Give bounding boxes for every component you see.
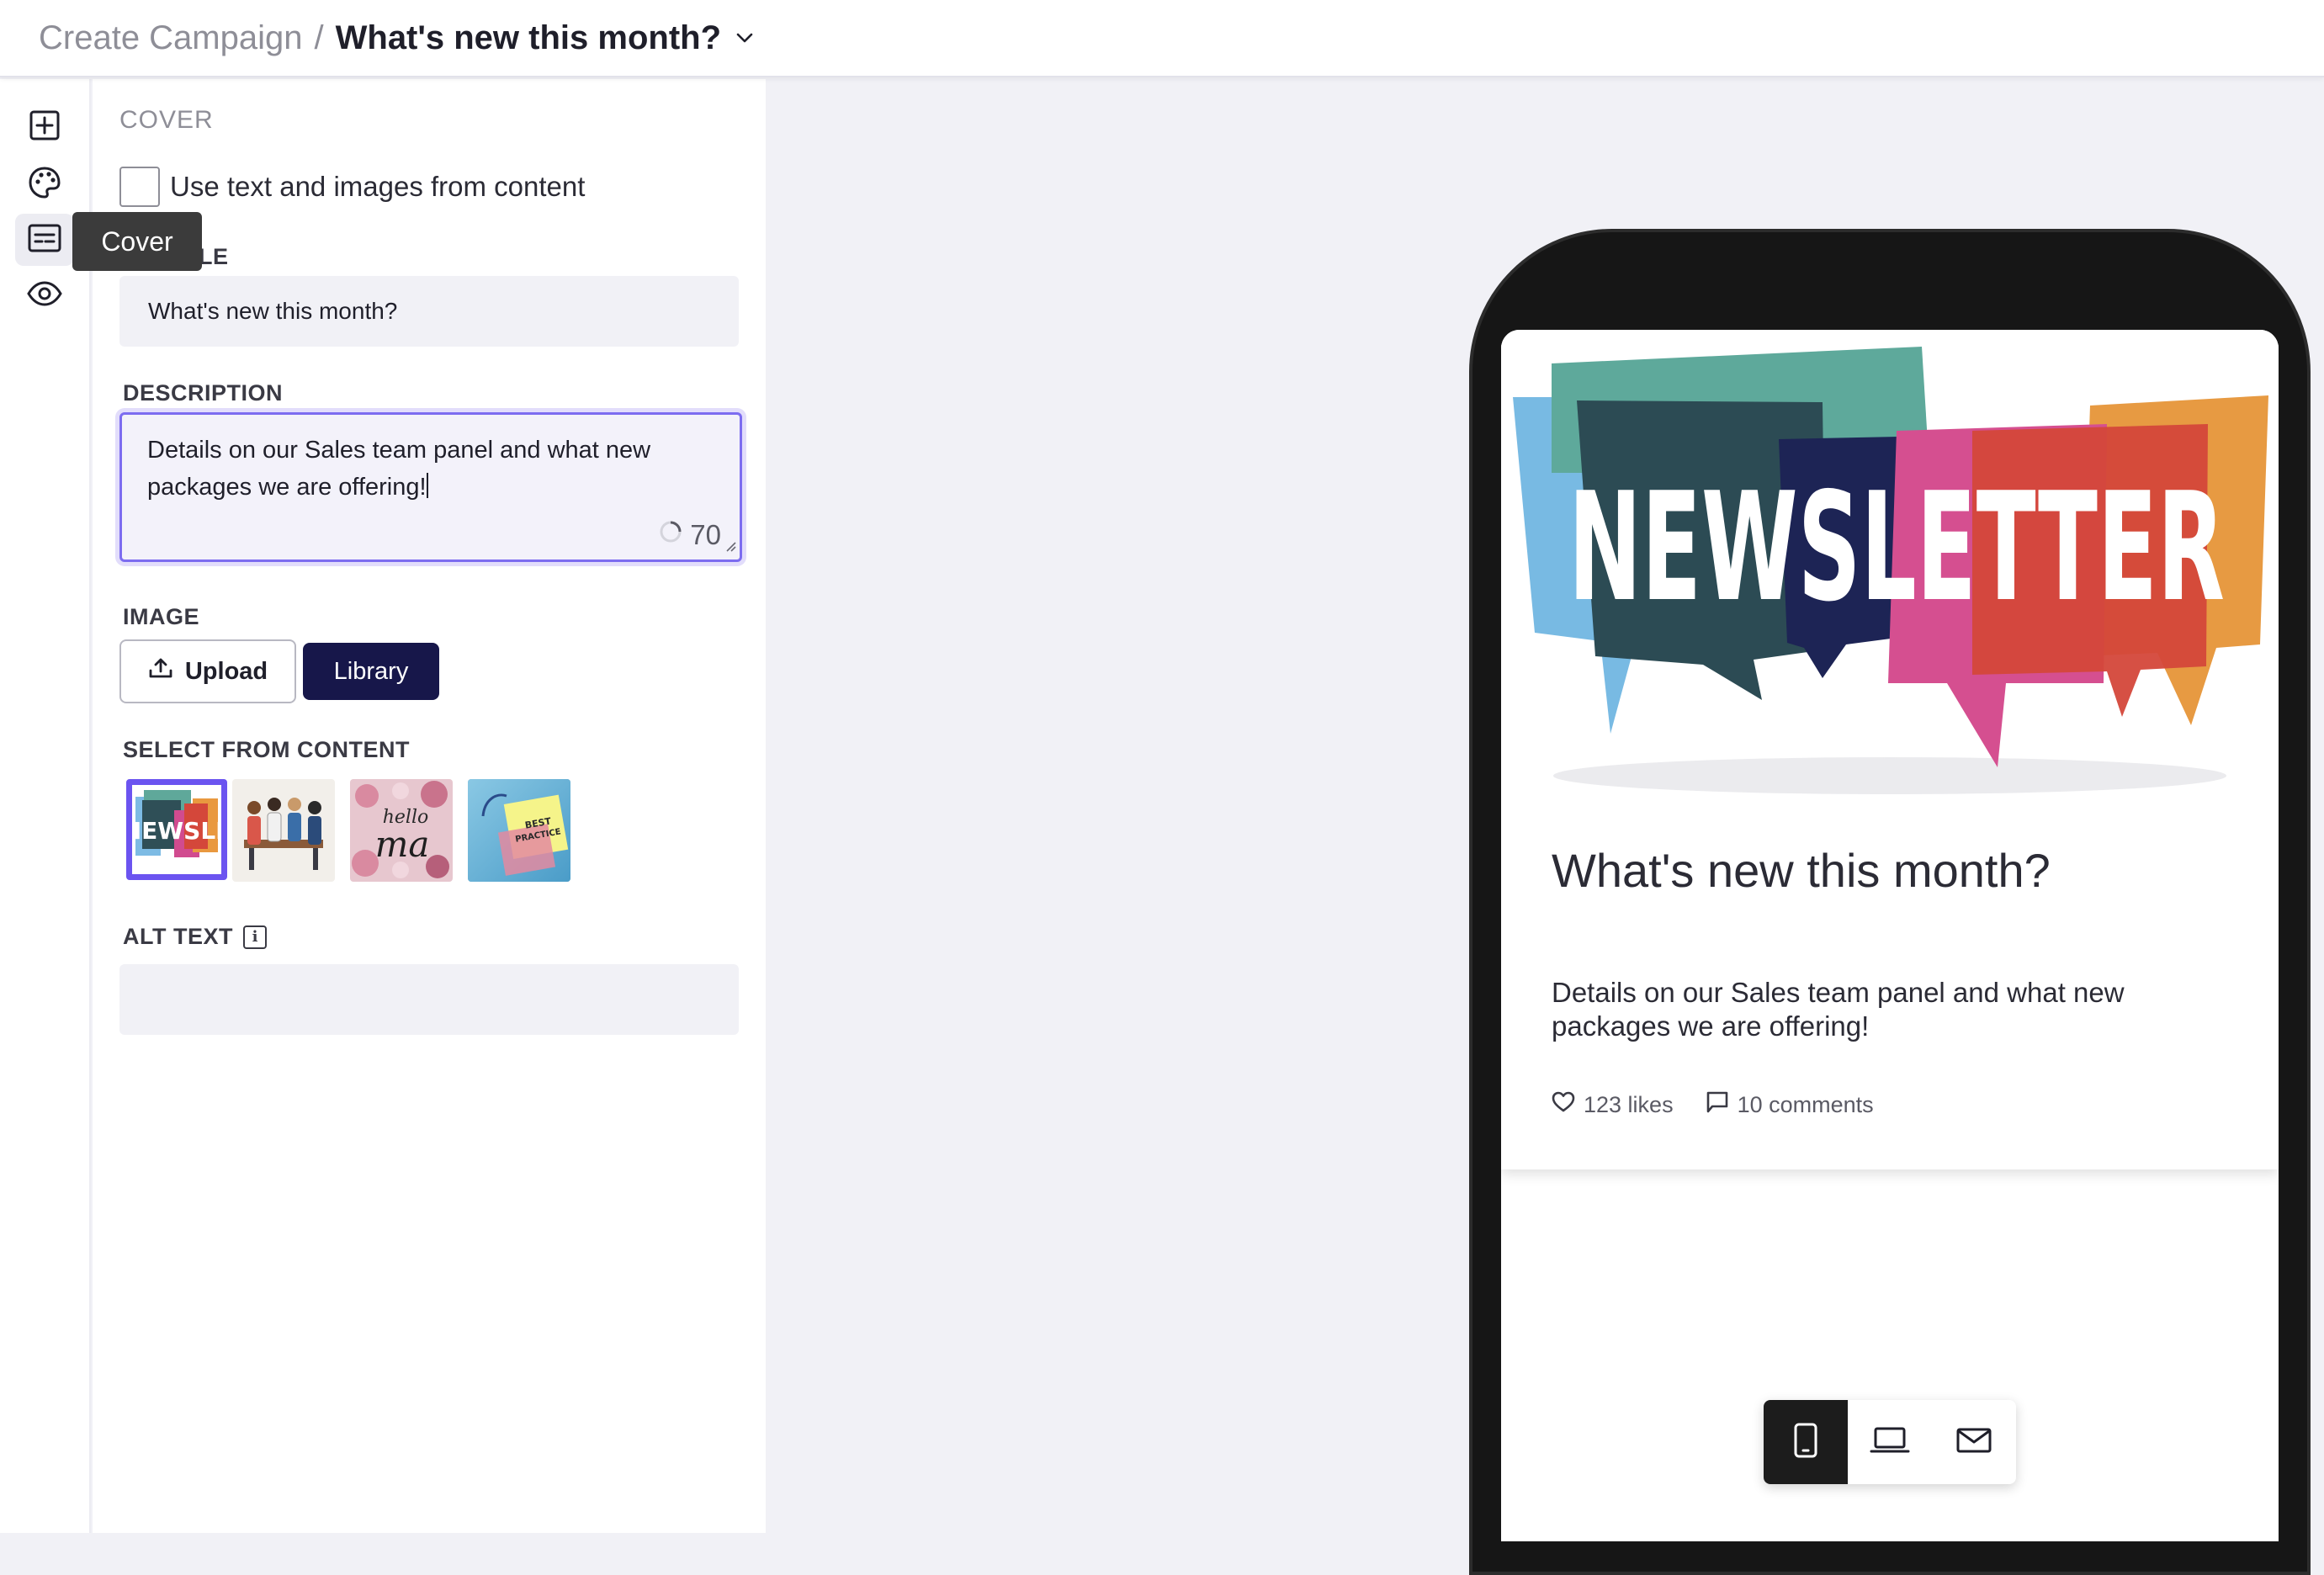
cover-preview-card[interactable]: NEWSLETTER What's new this month? Detail…	[1501, 330, 2279, 1169]
breadcrumb-parent[interactable]: Create Campaign	[39, 19, 303, 57]
add-square-icon	[28, 109, 61, 146]
comments-count[interactable]: 10 comments	[1706, 1090, 1874, 1120]
info-icon[interactable]: i	[242, 925, 267, 949]
cover-tooltip: Cover	[72, 212, 202, 271]
use-content-checkbox[interactable]	[119, 167, 160, 207]
section-title: COVER	[119, 106, 214, 134]
alt-text-label-row: ALT TEXT i	[123, 924, 267, 950]
cover-editor-panel: COVER Use text and images from content T…	[93, 79, 766, 1533]
description-value: Details on our Sales team panel and what…	[147, 437, 651, 501]
use-content-option[interactable]: Use text and images from content	[119, 167, 585, 207]
device-switcher	[1764, 1400, 2016, 1484]
icon-rail	[0, 79, 91, 1533]
description-textarea[interactable]: Details on our Sales team panel and what…	[119, 412, 742, 562]
library-button[interactable]: Library	[303, 643, 439, 700]
preview-card-meta: 123 likes 10 comments	[1552, 1090, 1906, 1120]
mobile-view-button[interactable]	[1764, 1400, 1848, 1484]
image-label: IMAGE	[123, 604, 200, 629]
banner-word: NEWSLETTER	[1568, 460, 2225, 634]
rail-preview-button[interactable]	[15, 269, 74, 321]
palette-icon	[27, 165, 62, 204]
use-content-label[interactable]: Use text and images from content	[170, 171, 585, 203]
chevron-down-icon[interactable]	[733, 26, 756, 50]
select-from-content-label: SELECT FROM CONTENT	[123, 737, 410, 762]
hello-may-thumbnail[interactable]: hello ma	[350, 779, 453, 882]
svg-text:ma: ma	[375, 824, 430, 865]
newsletter-banner-image: NEWSLETTER	[1501, 330, 2279, 801]
description-label: DESCRIPTION	[123, 380, 284, 406]
title-input[interactable]: What's new this month?	[119, 276, 739, 347]
upload-button[interactable]: Upload	[119, 639, 296, 703]
rail-add-button[interactable]	[15, 101, 74, 153]
top-bar: Create Campaign / What's new this month?	[0, 0, 2324, 77]
progress-ring-icon	[658, 519, 683, 551]
preview-card-title: What's new this month?	[1552, 844, 2051, 897]
preview-card-description: Details on our Sales team panel and what…	[1552, 977, 2125, 1042]
alt-text-input[interactable]	[119, 964, 739, 1035]
upload-label: Upload	[184, 657, 268, 685]
rail-cover-button[interactable]	[15, 214, 74, 266]
resize-handle-icon[interactable]	[723, 538, 736, 556]
laptop-icon	[1870, 1426, 1910, 1459]
likes-count[interactable]: 123 likes	[1552, 1091, 1674, 1119]
mail-icon	[1955, 1427, 1992, 1458]
likes-label: 123 likes	[1584, 1092, 1674, 1117]
alt-text-label: ALT TEXT	[123, 924, 233, 949]
breadcrumb: Create Campaign / What's new this month?	[39, 19, 756, 57]
mobile-icon	[1793, 1423, 1818, 1462]
best-practice-thumbnail[interactable]: BEST PRACTICE	[468, 779, 570, 882]
comment-icon	[1706, 1090, 1729, 1120]
eye-icon	[26, 280, 63, 311]
campaign-title[interactable]: What's new this month?	[336, 19, 721, 57]
breadcrumb-separator: /	[314, 19, 324, 56]
email-view-button[interactable]	[1932, 1400, 2016, 1484]
svg-text:NEWSLE: NEWSLE	[132, 817, 221, 845]
character-counter: 70	[658, 519, 721, 551]
cover-card-icon	[27, 223, 62, 257]
newsletter-thumbnail[interactable]: NEWSLE	[126, 779, 227, 880]
title-input-value: What's new this month?	[148, 298, 398, 324]
team-meeting-thumbnail[interactable]	[232, 779, 335, 882]
heart-icon	[1552, 1091, 1575, 1119]
upload-icon	[148, 657, 173, 686]
rail-theme-button[interactable]	[15, 158, 74, 210]
desktop-view-button[interactable]	[1848, 1400, 1932, 1484]
character-count: 70	[690, 519, 721, 550]
phone-screen: NEWSLETTER What's new this month? Detail…	[1501, 330, 2279, 1541]
comments-label: 10 comments	[1737, 1092, 1874, 1117]
text-caret	[426, 473, 428, 498]
